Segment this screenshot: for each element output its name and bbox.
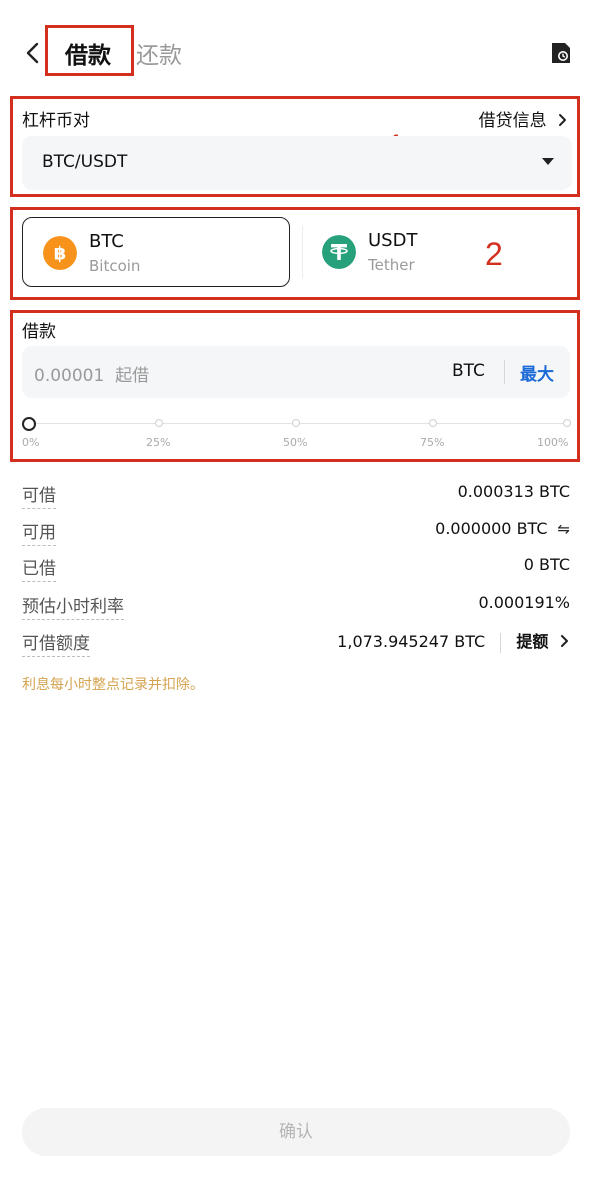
slider-handle[interactable] — [22, 417, 36, 431]
info-label-hourly-rate[interactable]: 预估小时利率 — [22, 592, 124, 620]
chevron-right-icon — [561, 635, 568, 647]
info-value-available-row: 0.000000 BTC ⇋ — [435, 519, 570, 538]
value-divider — [500, 632, 502, 653]
tab-borrow[interactable]: 借款 — [65, 36, 111, 70]
borrow-label: 借款 — [22, 322, 56, 342]
transfer-icon[interactable]: ⇋ — [553, 520, 570, 538]
info-value-borrowable: 0.000313 BTC — [457, 482, 570, 501]
raise-limit-label: 提额 — [516, 632, 549, 651]
amount-placeholder: 0.00001 起借 — [34, 366, 150, 386]
bitcoin-icon: ฿ — [43, 236, 77, 270]
borrow-amount-input[interactable]: 0.00001 起借 BTC 最大 — [22, 346, 570, 398]
slider-mark-25[interactable] — [155, 419, 163, 427]
coin-name: Bitcoin — [89, 257, 141, 275]
loan-info-link[interactable]: 借贷信息 — [479, 106, 568, 131]
tab-repay[interactable]: 还款 — [136, 36, 182, 70]
chevron-left-icon[interactable] — [22, 40, 44, 66]
slider-label-75: 75% — [420, 436, 445, 449]
slider-mark-75[interactable] — [429, 419, 437, 427]
info-value-borrowed: 0 BTC — [523, 555, 570, 574]
loan-info-label: 借贷信息 — [478, 111, 547, 131]
info-label-borrowable[interactable]: 可借 — [22, 481, 56, 509]
info-value-hourly-rate: 0.000191% — [478, 593, 570, 612]
tether-icon — [322, 235, 356, 269]
max-button[interactable]: 最大 — [520, 360, 554, 385]
info-label-available[interactable]: 可用 — [22, 518, 56, 546]
coin-symbol: BTC — [89, 231, 124, 252]
slider-mark-50[interactable] — [292, 419, 300, 427]
selected-pair: BTC/USDT — [42, 152, 128, 172]
interest-note: 利息每小时整点记录并扣除。 — [22, 677, 204, 693]
slider-label-100: 100% — [537, 436, 569, 449]
info-value-borrow-limit: 1,073.945247 BTC — [337, 632, 486, 651]
history-icon[interactable] — [550, 41, 572, 65]
slider-label-25: 25% — [146, 436, 171, 449]
amount-unit: BTC — [452, 361, 485, 381]
pair-label: 杠杆币对 — [22, 111, 90, 131]
info-value-borrow-limit-row: 1,073.945247 BTC 提额 — [337, 628, 570, 653]
confirm-button[interactable]: 确认 — [22, 1108, 570, 1156]
slider-label-0: 0% — [22, 436, 40, 449]
svg-text:฿: ฿ — [54, 244, 67, 265]
coin-option-btc[interactable]: ฿ BTC Bitcoin — [22, 217, 290, 287]
coin-name: Tether — [368, 256, 415, 274]
caret-down-icon — [542, 158, 554, 165]
coin-symbol: USDT — [368, 230, 418, 251]
info-label-borrowed[interactable]: 已借 — [22, 554, 56, 582]
slider-label-50: 50% — [283, 436, 308, 449]
chevron-right-icon — [559, 114, 566, 126]
coin-option-usdt[interactable]: USDT Tether — [302, 217, 570, 287]
info-value-available: 0.000000 BTC — [435, 519, 548, 538]
slider-mark-100[interactable] — [563, 419, 571, 427]
pair-select[interactable]: BTC/USDT — [22, 136, 572, 190]
raise-limit-link[interactable]: 提额 — [516, 632, 570, 651]
info-label-borrow-limit[interactable]: 可借额度 — [22, 629, 90, 657]
amount-divider — [504, 360, 505, 384]
